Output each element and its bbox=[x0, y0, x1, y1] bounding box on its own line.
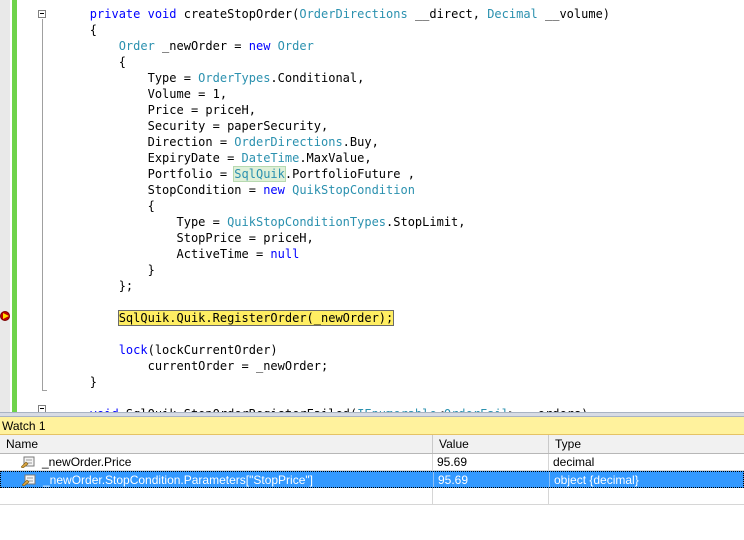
code-token: Price = priceH, bbox=[32, 103, 256, 117]
code-line[interactable]: Security = paperSecurity, bbox=[32, 118, 329, 134]
code-token: OrderDirections bbox=[234, 135, 343, 149]
column-header-value[interactable]: Value bbox=[433, 435, 549, 453]
code-token: Portfolio = bbox=[32, 167, 235, 181]
watch-window-title[interactable]: Watch 1 bbox=[0, 417, 744, 435]
code-token: (lockCurrentOrder) bbox=[147, 343, 278, 357]
watch-row-value[interactable]: 95.69 bbox=[434, 472, 550, 487]
code-token: new bbox=[263, 183, 285, 197]
code-line[interactable]: ExpiryDate = DateTime.MaxValue, bbox=[32, 150, 372, 166]
property-icon bbox=[22, 474, 36, 486]
code-line[interactable]: ActiveTime = null bbox=[32, 246, 299, 262]
watch-row-selected[interactable]: _newOrder.StopCondition.Parameters["Stop… bbox=[0, 471, 744, 488]
code-token: Order bbox=[118, 39, 155, 53]
column-header-type[interactable]: Type bbox=[549, 435, 744, 453]
watch-row-empty[interactable] bbox=[0, 488, 744, 505]
code-token: .PortfolioFuture , bbox=[284, 167, 415, 181]
code-token: .StopLimit, bbox=[386, 215, 466, 229]
code-token: Volume = 1, bbox=[32, 87, 228, 101]
code-line[interactable]: Type = OrderTypes.Conditional, bbox=[32, 70, 365, 86]
code-token: __direct, bbox=[407, 7, 488, 21]
code-token: }; bbox=[32, 279, 134, 293]
code-line[interactable]: Type = QuikStopConditionTypes.StopLimit, bbox=[32, 214, 466, 230]
column-header-name[interactable]: Name bbox=[0, 435, 433, 453]
code-line[interactable]: Price = priceH, bbox=[32, 102, 256, 118]
watch-column-headers: Name Value Type bbox=[0, 435, 744, 454]
code-line[interactable]: }; bbox=[32, 278, 133, 294]
watch-row-value[interactable]: 95.69 bbox=[433, 454, 549, 470]
code-line[interactable]: StopCondition = new QuikStopCondition bbox=[32, 182, 415, 198]
code-line[interactable]: { bbox=[32, 198, 155, 214]
code-token: _newOrder = bbox=[154, 39, 249, 53]
code-line[interactable]: Direction = OrderDirections.Buy, bbox=[32, 134, 379, 150]
code-token: .Conditional, bbox=[270, 71, 365, 85]
code-line[interactable]: Portfolio = SqlQuik.PortfolioFuture , bbox=[32, 166, 415, 182]
column-divider bbox=[548, 488, 549, 504]
code-line[interactable]: Volume = 1, bbox=[32, 86, 227, 102]
code-token: ActiveTime = bbox=[32, 247, 271, 261]
code-token: lock bbox=[118, 343, 148, 357]
code-editor[interactable]: private void createStopOrder(OrderDirect… bbox=[0, 0, 744, 412]
code-token: } bbox=[32, 375, 98, 389]
code-token: createStopOrder( bbox=[176, 7, 300, 21]
code-line[interactable]: Order _newOrder = new Order bbox=[32, 38, 314, 54]
watch-row[interactable]: _newOrder.Price 95.69 decimal bbox=[0, 454, 744, 471]
code-token: private bbox=[89, 7, 141, 21]
code-token: .MaxValue, bbox=[299, 151, 372, 165]
code-token: SqlQuik bbox=[233, 166, 286, 182]
code-token: .Buy, bbox=[342, 135, 379, 149]
code-line[interactable]: { bbox=[32, 22, 97, 38]
code-token: QuikStopCondition bbox=[292, 183, 415, 197]
code-line[interactable]: private void createStopOrder(OrderDirect… bbox=[32, 6, 610, 22]
code-token: ExpiryDate = bbox=[32, 151, 242, 165]
code-token: OrderTypes bbox=[198, 71, 271, 85]
code-line[interactable]: StopPrice = priceH, bbox=[32, 230, 314, 246]
code-token: QuikStopConditionTypes bbox=[227, 215, 387, 229]
code-line[interactable]: lock(lockCurrentOrder) bbox=[32, 342, 278, 358]
watch-window: Watch 1 Name Value Type _newOrder.Price … bbox=[0, 417, 744, 540]
code-token: StopPrice = priceH, bbox=[32, 231, 314, 245]
column-divider bbox=[432, 488, 433, 504]
code-line[interactable]: } bbox=[32, 262, 155, 278]
code-token: { bbox=[32, 55, 126, 69]
code-line[interactable]: currentOrder = _newOrder; bbox=[32, 358, 329, 374]
code-token: StopCondition = bbox=[32, 183, 264, 197]
code-token: Direction = bbox=[32, 135, 235, 149]
watch-row-type: object {decimal} bbox=[554, 473, 639, 487]
code-token: Type = bbox=[32, 215, 228, 229]
code-token: { bbox=[32, 199, 155, 213]
code-token: Type = bbox=[32, 71, 199, 85]
code-token: Order bbox=[277, 39, 314, 53]
code-token: null bbox=[270, 247, 300, 261]
property-icon bbox=[21, 456, 35, 468]
code-token: Decimal bbox=[487, 7, 538, 21]
watch-row-name: _newOrder.Price bbox=[42, 455, 132, 469]
watch-row-name: _newOrder.StopCondition.Parameters["Stop… bbox=[43, 473, 313, 487]
code-token: DateTime bbox=[241, 151, 300, 165]
code-token: } bbox=[32, 263, 155, 277]
outlining-margin bbox=[17, 0, 47, 412]
code-line[interactable]: { bbox=[32, 54, 126, 70]
code-token: new bbox=[248, 39, 271, 53]
current-statement-highlight: SqlQuik.Quik.RegisterOrder(_newOrder); bbox=[117, 310, 395, 326]
code-line[interactable]: SqlQuik.Quik.RegisterOrder(_newOrder); bbox=[32, 310, 395, 326]
watch-row-type: decimal bbox=[553, 455, 595, 469]
current-statement-arrow-icon bbox=[0, 311, 10, 321]
code-token: currentOrder = _newOrder; bbox=[32, 359, 329, 373]
code-token: __volume) bbox=[537, 7, 611, 21]
glyph-margin[interactable] bbox=[0, 0, 10, 412]
code-token: { bbox=[32, 23, 98, 37]
code-token: OrderDirections bbox=[299, 7, 408, 21]
code-token: Security = paperSecurity, bbox=[32, 119, 329, 133]
code-token: void bbox=[147, 7, 177, 21]
code-line[interactable]: } bbox=[32, 374, 97, 390]
outline-guide-end bbox=[42, 390, 47, 391]
